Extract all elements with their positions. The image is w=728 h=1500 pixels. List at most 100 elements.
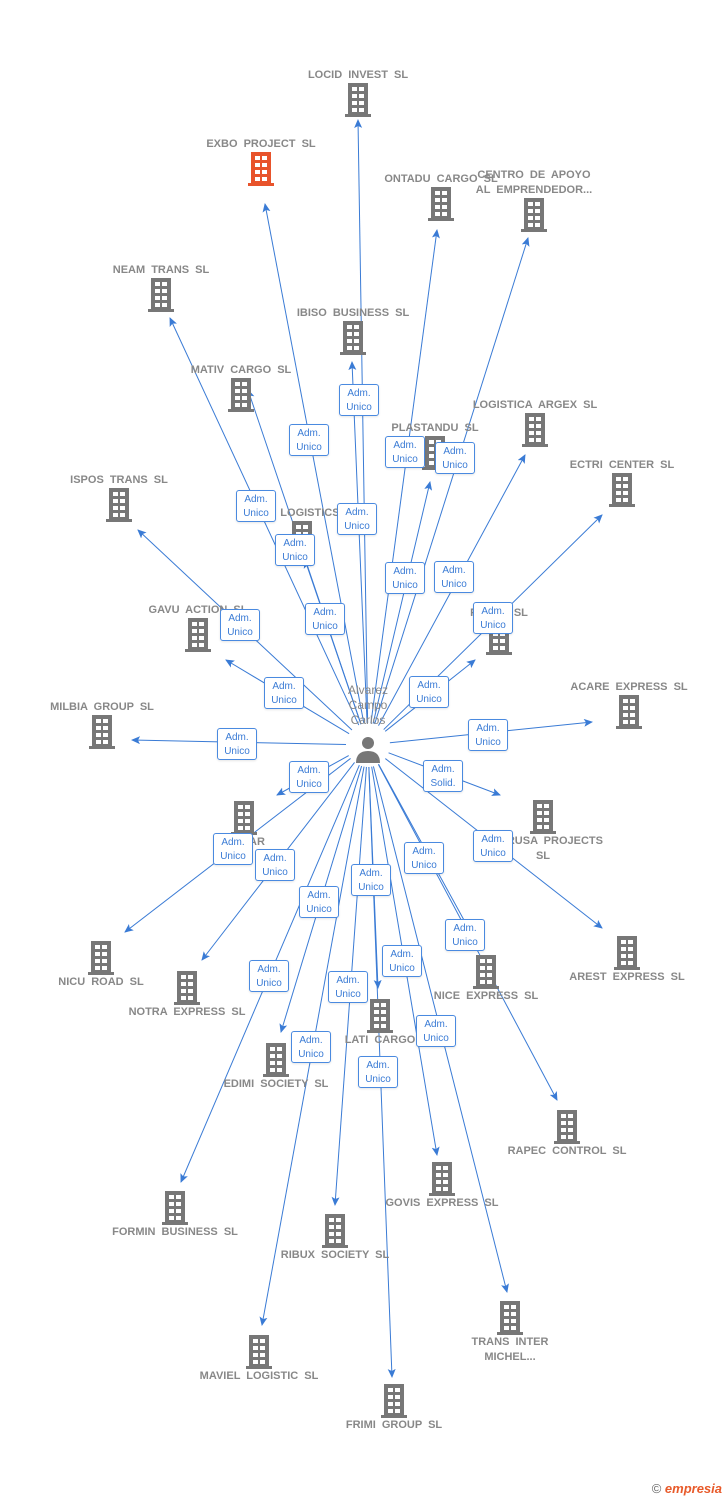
role-badge[interactable]: Adm. Unico: [220, 609, 260, 641]
role-badge[interactable]: Adm. Unico: [275, 534, 315, 566]
role-line2: Unico: [392, 454, 418, 465]
role-line2: Unico: [389, 963, 415, 974]
building-icon: [522, 413, 548, 447]
role-line1: Adm.: [263, 853, 287, 864]
person-name: Alvarez Campo Carlos: [347, 683, 388, 727]
role-line1: Adm.: [476, 723, 500, 734]
company-node[interactable]: LOGISTICA ARGEX SL: [470, 383, 600, 447]
role-line2: Unico: [298, 1049, 324, 1060]
company-node[interactable]: RAPEC CONTROL SL: [502, 1110, 632, 1159]
building-icon: [248, 152, 274, 186]
role-line2: Unico: [243, 508, 269, 519]
role-line1: Adm.: [443, 446, 467, 457]
role-badge[interactable]: Adm. Unico: [385, 436, 425, 468]
company-node[interactable]: NICE EXPRESS SL: [421, 955, 551, 1004]
company-node[interactable]: RIBUX SOCIETY SL: [270, 1214, 400, 1263]
company-node[interactable]: FRIMI GROUP SL: [329, 1384, 459, 1433]
building-icon: [174, 971, 200, 1005]
role-badge[interactable]: Adm. Unico: [382, 945, 422, 977]
role-badge[interactable]: Adm. Unico: [416, 1015, 456, 1047]
role-badge[interactable]: Adm. Unico: [213, 833, 253, 865]
role-badge[interactable]: Adm. Unico: [435, 442, 475, 474]
role-badge[interactable]: Adm. Unico: [445, 919, 485, 951]
company-node[interactable]: ACARE EXPRESS SL: [564, 665, 694, 729]
role-line1: Adm.: [347, 388, 371, 399]
role-line2: Unico: [296, 442, 322, 453]
company-name: GOVIS EXPRESS SL: [385, 1197, 499, 1209]
company-node[interactable]: TRANS INTER MICHEL...: [445, 1301, 575, 1365]
company-name: EXBO PROJECT SL: [206, 138, 316, 150]
company-node[interactable]: EXBO PROJECT SL: [196, 122, 326, 186]
company-node[interactable]: ECTRI CENTER SL: [557, 443, 687, 507]
role-badge[interactable]: Adm. Unico: [255, 849, 295, 881]
role-line1: Adm.: [297, 428, 321, 439]
company-node[interactable]: GOVIS EXPRESS SL: [377, 1162, 507, 1211]
role-line2: Unico: [271, 695, 297, 706]
role-badge[interactable]: Adm. Unico: [385, 562, 425, 594]
building-icon: [530, 800, 556, 834]
role-badge[interactable]: Adm. Unico: [328, 971, 368, 1003]
company-node[interactable]: NEAM TRANS SL: [96, 248, 226, 312]
company-node[interactable]: IBISO BUSINESS SL: [288, 291, 418, 355]
role-line2: Unico: [346, 402, 372, 413]
role-line2: Unico: [224, 746, 250, 757]
role-line2: Unico: [452, 937, 478, 948]
role-badge[interactable]: Adm. Unico: [339, 384, 379, 416]
role-badge[interactable]: Adm. Unico: [299, 886, 339, 918]
company-node[interactable]: MAVIEL LOGISTIC SL: [194, 1335, 324, 1384]
role-line2: Unico: [220, 851, 246, 862]
company-name: MILBIA GROUP SL: [50, 701, 154, 713]
role-line1: Adm.: [228, 613, 252, 624]
company-name: NEAM TRANS SL: [112, 264, 210, 276]
role-line1: Adm.: [442, 565, 466, 576]
building-icon: [429, 1162, 455, 1196]
role-badge[interactable]: Adm. Unico: [468, 719, 508, 751]
empresia-logo[interactable]: empresia: [665, 1481, 722, 1496]
company-node[interactable]: MILBIA GROUP SL: [37, 685, 167, 749]
role-line1: Adm.: [336, 975, 360, 986]
building-icon: [246, 1335, 272, 1369]
role-badge[interactable]: Adm. Unico: [473, 602, 513, 634]
company-node[interactable]: LOCID INVEST SL: [293, 53, 423, 117]
role-line1: Adm.: [313, 607, 337, 618]
role-line1: Adm.: [393, 440, 417, 451]
role-badge[interactable]: Adm. Unico: [236, 490, 276, 522]
center-person[interactable]: Alvarez Campo Carlos: [318, 683, 418, 768]
role-badge[interactable]: Adm. Unico: [434, 561, 474, 593]
company-node[interactable]: CENTRO DE APOYO AL EMPRENDEDOR...: [469, 168, 599, 232]
building-icon: [106, 488, 132, 522]
role-line1: Adm.: [359, 868, 383, 879]
role-line2: Unico: [423, 1033, 449, 1044]
company-name: LOGISTICA ARGEX SL: [472, 399, 598, 411]
company-node[interactable]: NOTRA EXPRESS SL: [122, 971, 252, 1020]
role-badge[interactable]: Adm. Unico: [337, 503, 377, 535]
company-node[interactable]: MATIV CARGO SL: [176, 348, 306, 412]
building-icon: [554, 1110, 580, 1144]
company-node[interactable]: FORMIN BUSINESS SL: [110, 1191, 240, 1240]
role-badge[interactable]: Adm. Unico: [291, 1031, 331, 1063]
role-badge[interactable]: Adm. Unico: [404, 842, 444, 874]
role-badge[interactable]: Adm. Unico: [264, 677, 304, 709]
role-line2: Unico: [262, 867, 288, 878]
role-badge[interactable]: Adm. Unico: [289, 424, 329, 456]
company-node[interactable]: ISPOS TRANS SL: [54, 458, 184, 522]
building-icon: [381, 1384, 407, 1418]
role-line1: Adm.: [424, 1019, 448, 1030]
role-line2: Unico: [480, 848, 506, 859]
building-icon: [263, 1043, 289, 1077]
company-node[interactable]: AREST EXPRESS SL: [562, 936, 692, 985]
role-badge[interactable]: Adm. Unico: [305, 603, 345, 635]
role-line2: Unico: [227, 627, 253, 638]
role-badge[interactable]: Adm. Unico: [473, 830, 513, 862]
role-badge[interactable]: Adm. Unico: [249, 960, 289, 992]
role-line1: Adm.: [283, 538, 307, 549]
role-line2: Unico: [480, 620, 506, 631]
role-badge[interactable]: Adm. Unico: [217, 728, 257, 760]
company-name: AREST EXPRESS SL: [569, 971, 685, 983]
building-icon: [185, 618, 211, 652]
role-badge[interactable]: Adm. Unico: [351, 864, 391, 896]
role-badge[interactable]: Adm. Solid.: [423, 760, 463, 792]
role-line2: Unico: [442, 460, 468, 471]
company-name: RAPEC CONTROL SL: [507, 1145, 627, 1157]
role-badge[interactable]: Adm. Unico: [358, 1056, 398, 1088]
